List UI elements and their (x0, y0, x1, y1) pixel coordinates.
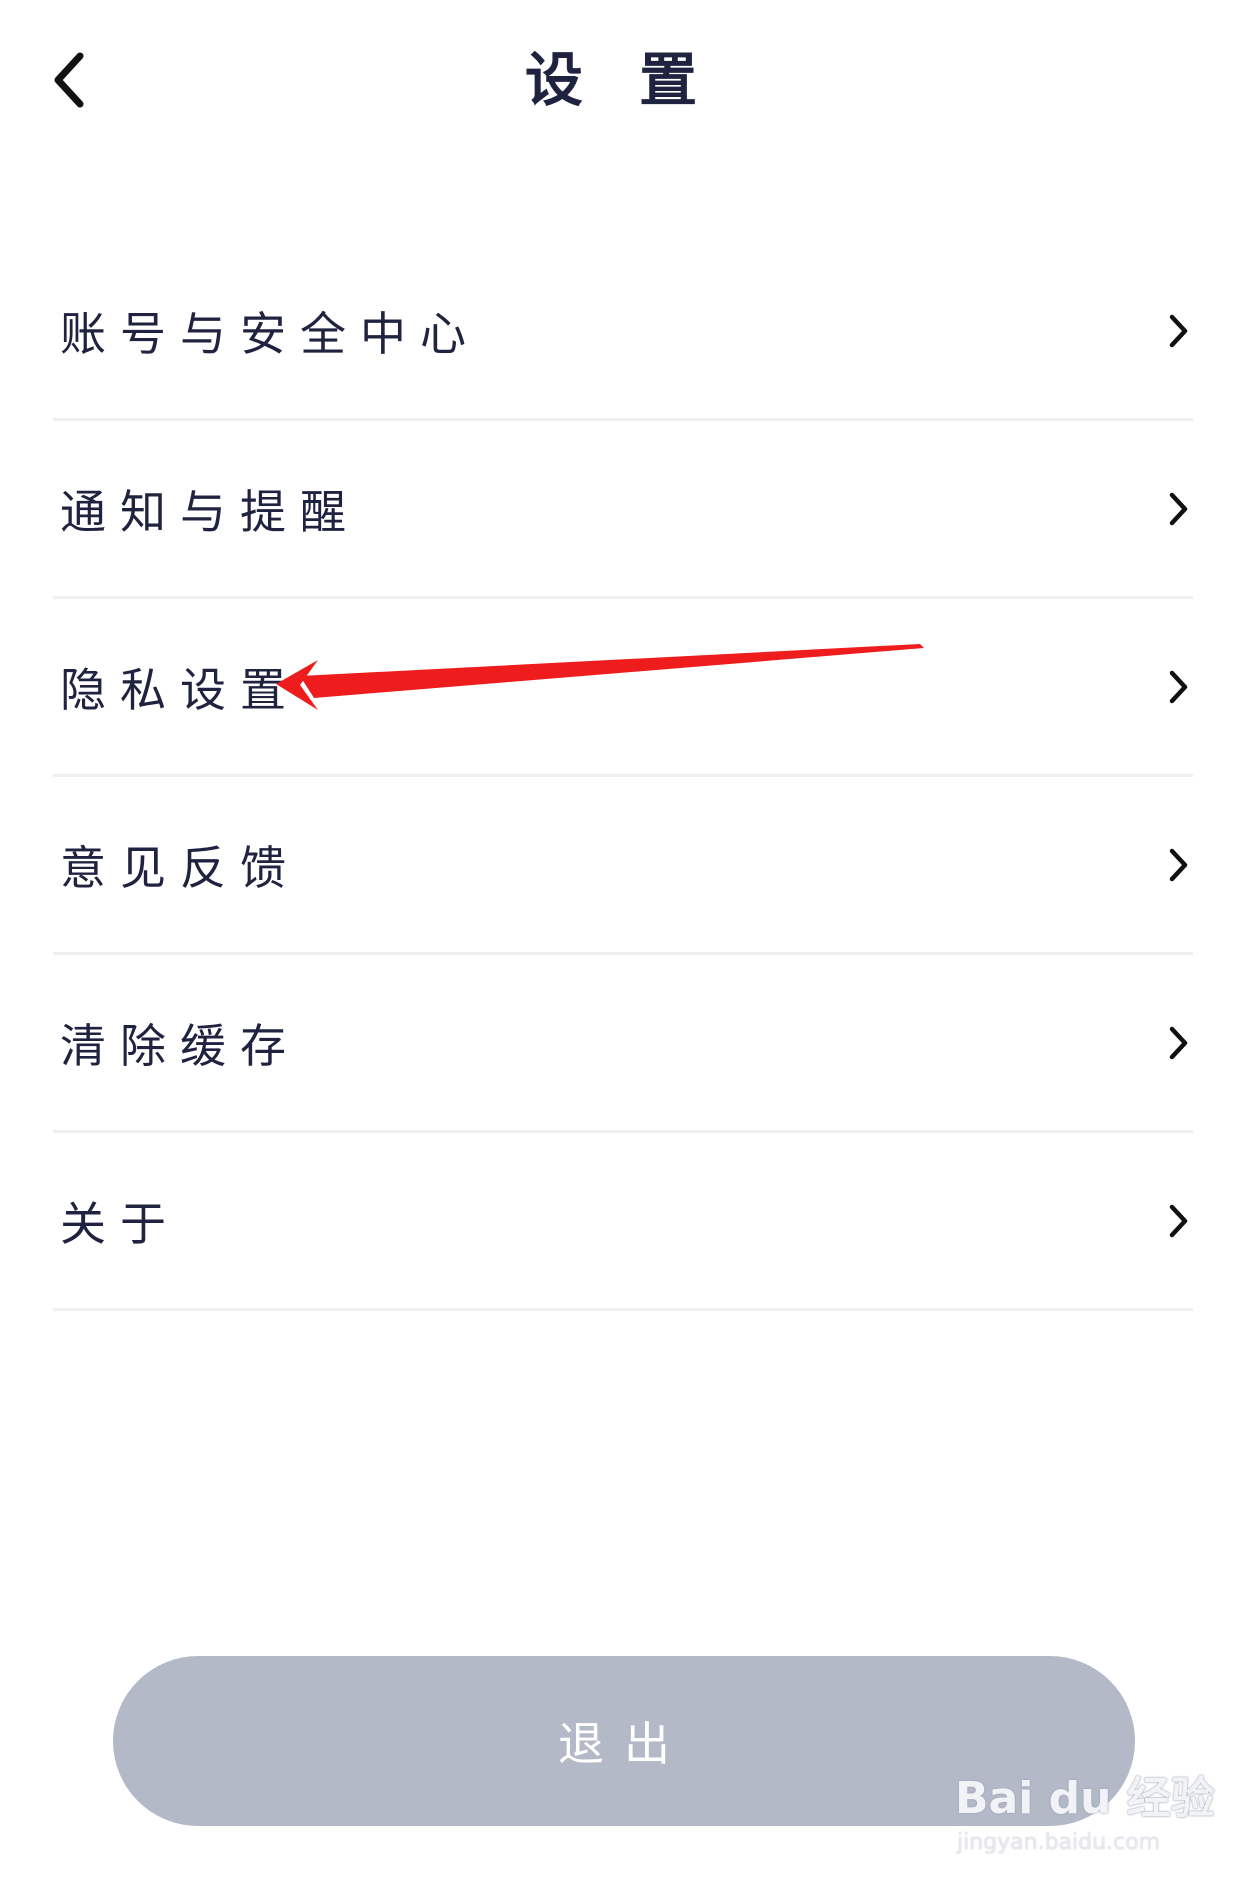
logout-label: 退出 (558, 1717, 690, 1771)
settings-menu: 账号与安全中心 通知与提醒 隐私设置 意见反馈 清除缓存 关于 (53, 243, 1193, 1311)
menu-item-notifications[interactable]: 通知与提醒 (53, 421, 1193, 599)
baidu-jingyan-watermark: Bai du 经验 jingyan.baidu.com (955, 1762, 1215, 1872)
chevron-right-icon (1169, 670, 1188, 703)
menu-item-privacy-settings[interactable]: 隐私设置 (53, 599, 1193, 777)
menu-item-feedback[interactable]: 意见反馈 (53, 777, 1193, 955)
menu-item-clear-cache[interactable]: 清除缓存 (53, 955, 1193, 1133)
menu-item-about[interactable]: 关于 (53, 1133, 1193, 1311)
menu-item-label: 清除缓存 (60, 1018, 300, 1073)
chevron-right-icon (1169, 314, 1188, 347)
watermark-url: jingyan.baidu.com (957, 1830, 1161, 1855)
menu-item-label: 隐私设置 (60, 662, 300, 717)
menu-item-label: 意见反馈 (60, 840, 300, 895)
chevron-right-icon (1169, 848, 1188, 881)
menu-item-account-security[interactable]: 账号与安全中心 (53, 243, 1193, 421)
menu-item-label: 关于 (60, 1196, 180, 1251)
page-title: 设 置 (524, 46, 716, 114)
chevron-right-icon (1169, 492, 1188, 525)
chevron-right-icon (1169, 1026, 1188, 1059)
watermark-logo: Bai du 经验 (955, 1773, 1215, 1824)
header: 设 置 (0, 0, 1240, 165)
menu-item-label: 通知与提醒 (60, 484, 360, 539)
menu-item-label: 账号与安全中心 (60, 306, 480, 361)
chevron-right-icon (1169, 1204, 1188, 1237)
